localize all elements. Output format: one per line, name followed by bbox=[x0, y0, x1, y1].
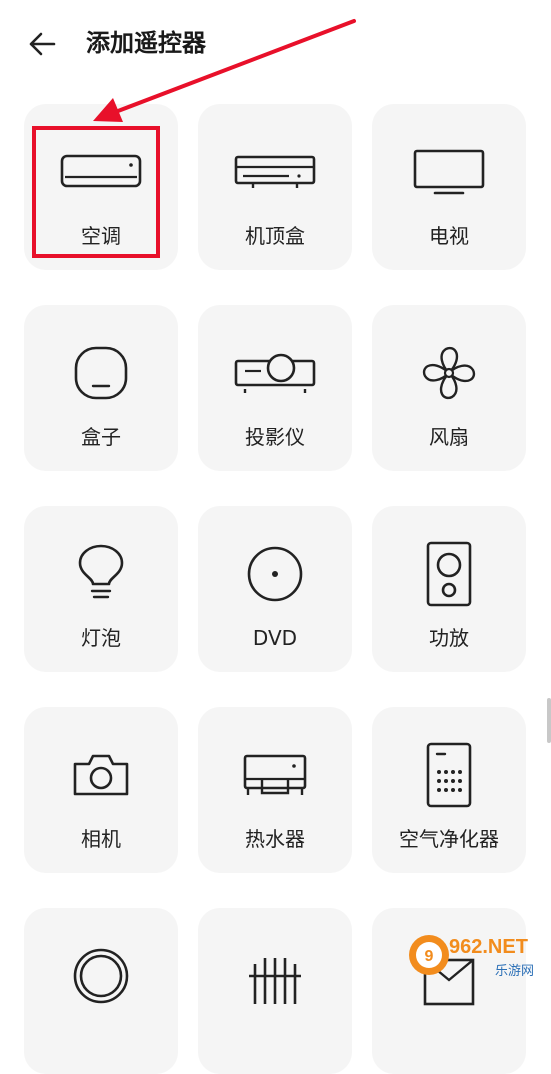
highlight-box bbox=[32, 126, 160, 258]
device-card-set-top-box[interactable]: 机顶盒 bbox=[198, 104, 352, 270]
device-card-projector[interactable]: 投影仪 bbox=[198, 305, 352, 471]
camera-icon bbox=[24, 747, 178, 803]
device-card-dvd[interactable]: DVD bbox=[198, 506, 352, 672]
projector-icon bbox=[198, 345, 352, 401]
device-label: 机顶盒 bbox=[245, 224, 305, 248]
air-purifier-icon bbox=[372, 742, 526, 808]
device-label: 盒子 bbox=[81, 425, 121, 449]
svg-text:9: 9 bbox=[425, 948, 434, 965]
set-top-box-icon bbox=[198, 144, 352, 200]
device-label: 功放 bbox=[429, 626, 469, 650]
watermark: 9 962.NET 乐游网 bbox=[405, 931, 545, 979]
watermark-subtitle: 乐游网 bbox=[495, 964, 534, 979]
device-card-box[interactable]: 盒子 bbox=[24, 305, 178, 471]
fan-icon bbox=[372, 345, 526, 401]
lightbulb-icon bbox=[24, 544, 178, 602]
device-card-tv[interactable]: 电视 bbox=[372, 104, 526, 270]
device-label: 空气净化器 bbox=[399, 827, 499, 851]
device-card-air-purifier[interactable]: 空气净化器 bbox=[372, 707, 526, 873]
ring-icon bbox=[24, 948, 178, 1004]
device-card-lightbulb[interactable]: 灯泡 bbox=[24, 506, 178, 672]
device-label: 投影仪 bbox=[245, 425, 305, 449]
device-label: 风扇 bbox=[429, 425, 469, 449]
header: 添加遥控器 bbox=[0, 0, 551, 90]
device-label: 热水器 bbox=[245, 827, 305, 851]
radiator-icon bbox=[198, 948, 352, 1004]
water-heater-icon bbox=[198, 747, 352, 803]
device-label: DVD bbox=[252, 626, 298, 650]
device-card-partial-1[interactable] bbox=[24, 908, 178, 1074]
amplifier-icon bbox=[372, 541, 526, 607]
device-card-fan[interactable]: 风扇 bbox=[372, 305, 526, 471]
page-title: 添加遥控器 bbox=[86, 29, 206, 57]
back-arrow-icon bbox=[29, 32, 56, 56]
device-label: 相机 bbox=[81, 827, 121, 851]
box-icon bbox=[24, 345, 178, 401]
watermark-brand: 962.NET bbox=[449, 936, 528, 958]
tv-icon bbox=[372, 144, 526, 200]
device-card-amplifier[interactable]: 功放 bbox=[372, 506, 526, 672]
dvd-icon bbox=[198, 546, 352, 602]
device-label: 电视 bbox=[429, 224, 469, 248]
scrollbar-thumb[interactable] bbox=[547, 698, 551, 743]
device-card-partial-2[interactable] bbox=[198, 908, 352, 1074]
device-card-camera[interactable]: 相机 bbox=[24, 707, 178, 873]
device-card-water-heater[interactable]: 热水器 bbox=[198, 707, 352, 873]
device-label: 灯泡 bbox=[81, 626, 121, 650]
back-button[interactable] bbox=[24, 26, 60, 62]
